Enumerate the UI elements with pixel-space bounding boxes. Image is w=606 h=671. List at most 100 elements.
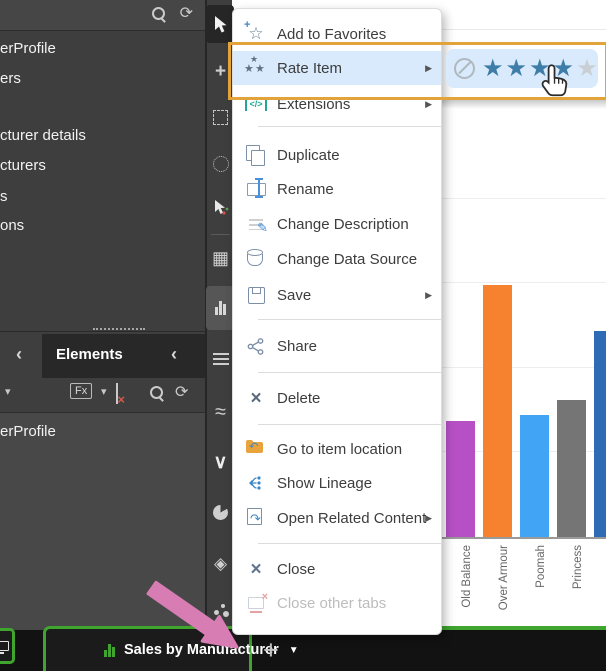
bar-over-armour[interactable] — [483, 285, 512, 537]
explorer-toolbar: ⟳ — [0, 0, 205, 31]
menu-separator — [258, 543, 441, 544]
menu-item-add-to-favorites[interactable]: ☆ + Add to Favorites — [233, 18, 441, 50]
menu-item-open-related-content[interactable]: ↷ Open Related Content ▶ — [233, 502, 441, 534]
lasso-select-tool-icon[interactable] — [207, 152, 234, 176]
file-item[interactable]: s — [0, 188, 8, 205]
cube-3d-tool-icon[interactable]: ◈ — [207, 552, 234, 576]
rectangle-select-tool-icon[interactable] — [207, 105, 234, 129]
file-item[interactable]: erProfile — [0, 40, 56, 57]
code-icon: </> — [243, 92, 269, 116]
menu-item-show-lineage[interactable]: Show Lineage — [233, 467, 441, 499]
menu-separator — [258, 372, 441, 373]
bar-chart-tool-icon[interactable] — [207, 296, 234, 320]
submenu-arrow-icon: ▶ — [425, 63, 432, 74]
bottom-tab-bar: Sales by Manufacturer ▼ + — [0, 630, 606, 671]
database-icon — [243, 247, 269, 271]
app-window: Old BalanceOver ArmourPoomahPrincessRibo… — [0, 0, 606, 671]
star-3-filled[interactable]: ★ — [529, 55, 553, 82]
toolbar-divider — [211, 234, 230, 235]
x-axis-label: Old Balance — [461, 545, 473, 608]
data-point-select-tool-icon[interactable] — [207, 196, 234, 220]
search-icon[interactable] — [149, 385, 165, 401]
rating-stars: ★★★★★ — [482, 57, 600, 81]
collapse-right-icon[interactable]: ‹ — [171, 344, 177, 365]
no-rating-icon[interactable] — [454, 58, 475, 79]
menu-item-save[interactable]: Save ▶ — [233, 279, 441, 311]
menu-separator — [258, 424, 441, 425]
x-axis-label: Princess — [572, 545, 584, 589]
share-icon — [243, 334, 269, 358]
menu-item-delete[interactable]: × Delete — [233, 382, 441, 414]
elements-list: erProfile — [0, 413, 205, 631]
toolbar-strip: + ▦ ≈ ∨ ◈ — [205, 0, 232, 630]
clear-selection-icon[interactable]: × — [116, 383, 118, 404]
submenu-arrow-icon: ▶ — [425, 290, 432, 301]
collapse-left-icon[interactable]: ‹ — [16, 344, 22, 365]
x-axis-label: Over Armour — [498, 545, 510, 610]
file-item[interactable]: ons — [0, 217, 24, 234]
elements-tab[interactable]: Elements ‹ — [42, 334, 205, 378]
bar-ribock[interactable] — [594, 331, 606, 537]
duplicate-icon — [243, 143, 269, 167]
star-4-filled[interactable]: ★ — [553, 55, 577, 82]
refresh-icon[interactable]: ⟳ — [180, 6, 193, 22]
menu-item-duplicate[interactable]: Duplicate — [233, 139, 441, 171]
dropdown-icon[interactable]: ▾ — [5, 385, 11, 398]
list-view-icon[interactable] — [207, 348, 234, 372]
refresh-icon[interactable]: ⟳ — [175, 385, 188, 401]
stars-icon: ★ ★ ★ — [243, 56, 269, 80]
menu-item-rate-item[interactable]: ★ ★ ★ Rate Item ▶ — [233, 51, 441, 85]
chevron-down-icon[interactable]: ∨ — [207, 450, 234, 474]
tab-dropdown-icon[interactable]: ▼ — [289, 645, 299, 656]
explorer-sidebar: ⟳ erProfile ers cturer details cturers s… — [0, 0, 205, 630]
close-tabs-icon: × — [243, 591, 269, 615]
element-item[interactable]: erProfile — [0, 423, 205, 440]
menu-item-change-description[interactable]: ✎ Change Description — [233, 208, 441, 240]
bar-poomah[interactable] — [520, 415, 549, 537]
menu-item-change-data-source[interactable]: Change Data Source — [233, 243, 441, 275]
elements-panel-header: ‹ Elements ‹ — [0, 334, 205, 378]
close-x-icon: × — [243, 557, 269, 581]
x-axis-label: Poomah — [535, 545, 547, 588]
fx-formula-icon[interactable]: Fx — [70, 383, 92, 399]
wave-line-icon[interactable]: ≈ — [207, 400, 234, 424]
pointer-tool-icon[interactable] — [207, 12, 234, 36]
tab-sales-by-manufacturer[interactable]: Sales by Manufacturer ▼ — [43, 626, 252, 671]
file-item[interactable]: ers — [0, 70, 21, 87]
bar-old-balance[interactable] — [446, 421, 475, 537]
menu-item-share[interactable]: Share — [233, 330, 441, 362]
new-tab-button[interactable]: + — [263, 630, 279, 671]
panel-resize-handle[interactable] — [93, 328, 145, 330]
context-menu: ☆ + Add to Favorites ★ ★ ★ Rate Item ▶ <… — [232, 8, 442, 635]
lineage-icon — [243, 471, 269, 495]
menu-item-extensions[interactable]: </> Extensions ▶ — [233, 88, 441, 120]
menu-item-rename[interactable]: Rename — [233, 173, 441, 205]
fx-dropdown-icon[interactable]: ▾ — [101, 385, 107, 398]
elements-panel: ‹ Elements ‹ ▾ Fx ▾ × ⟳ erProfile — [0, 331, 205, 631]
menu-item-go-to-item-location[interactable]: ↷ Go to item location — [233, 433, 441, 465]
star-2-filled[interactable]: ★ — [506, 55, 530, 82]
bar-princess[interactable] — [557, 400, 586, 537]
search-icon[interactable] — [151, 6, 167, 22]
rename-icon — [243, 177, 269, 201]
pie-chart-tool-icon[interactable] — [207, 500, 234, 524]
submenu-arrow-icon: ▶ — [425, 513, 432, 524]
tab-partial-left[interactable] — [0, 628, 15, 664]
crosshair-tool-icon[interactable]: + — [207, 60, 234, 84]
star-1-filled[interactable]: ★ — [482, 55, 506, 82]
grid-view-icon[interactable]: ▦ — [207, 246, 234, 270]
file-item[interactable]: cturers — [0, 157, 46, 174]
menu-item-close-other-tabs: × Close other tabs — [233, 587, 441, 619]
file-item[interactable]: cturer details — [0, 127, 86, 144]
delete-x-icon: × — [243, 386, 269, 410]
tab-title: Sales by Manufacturer — [124, 642, 279, 658]
scatter-tool-icon[interactable] — [207, 598, 234, 622]
menu-item-close[interactable]: × Close — [233, 553, 441, 585]
elements-panel-title: Elements — [56, 346, 123, 363]
star-plus-icon: ☆ + — [243, 22, 269, 46]
menu-separator — [258, 126, 441, 127]
submenu-arrow-icon: ▶ — [425, 99, 432, 110]
star-5-empty[interactable]: ★ — [576, 55, 600, 82]
save-icon — [243, 283, 269, 307]
description-pencil-icon: ✎ — [243, 212, 269, 236]
